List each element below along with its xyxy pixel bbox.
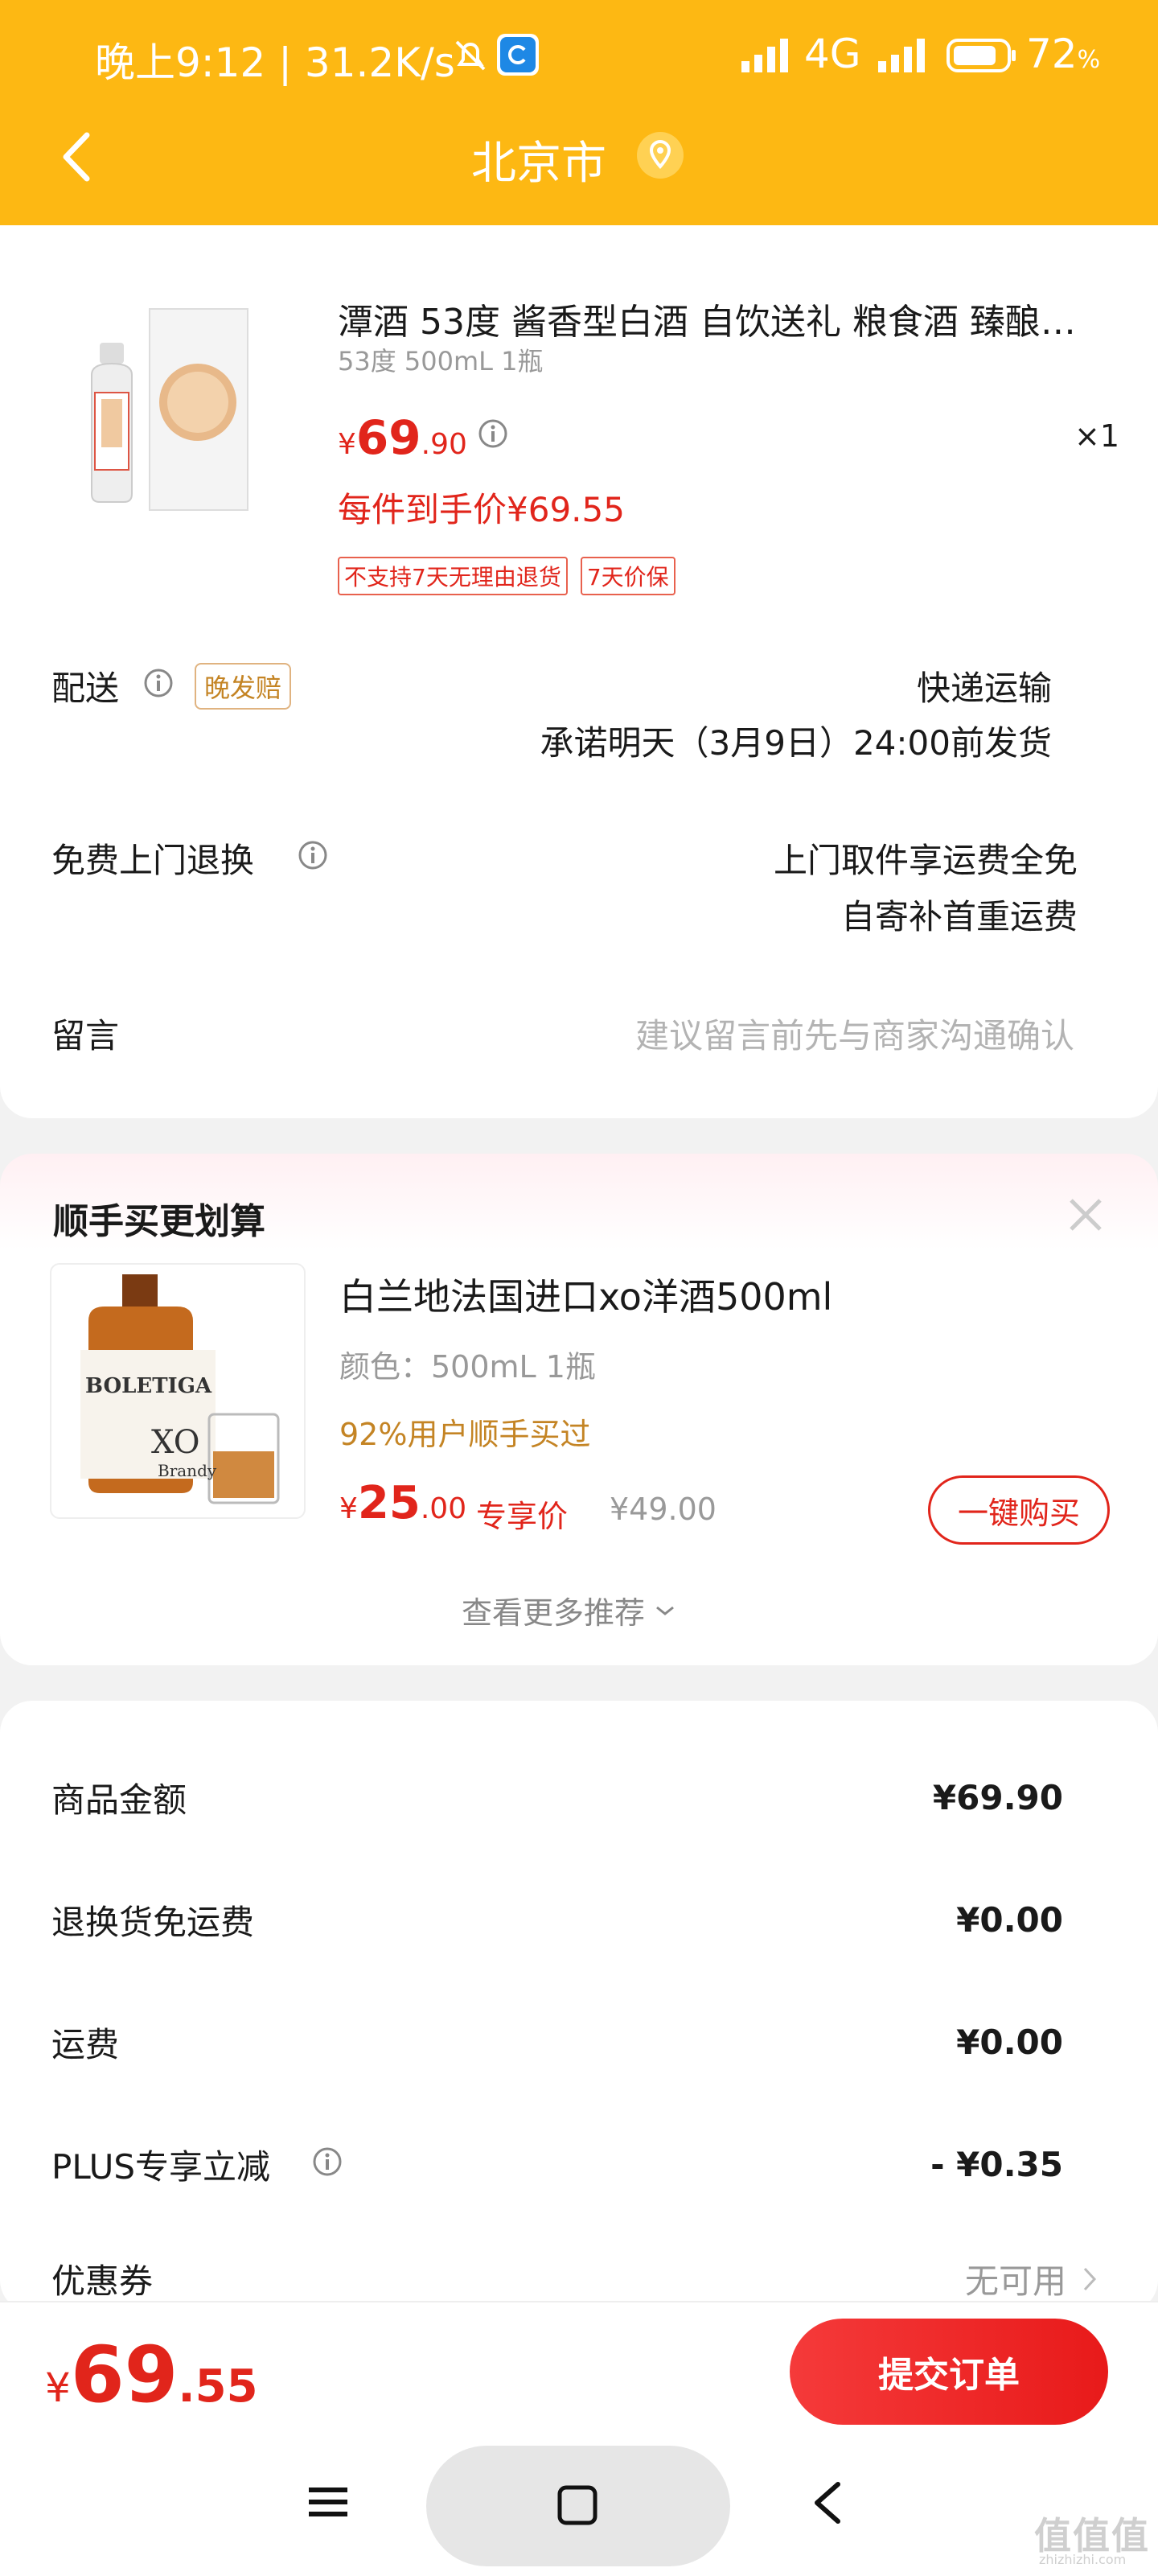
home-nav-icon bbox=[555, 2483, 600, 2528]
summary-shipping-label: 运费 bbox=[51, 2025, 120, 2064]
app-notification-icon bbox=[497, 34, 539, 76]
location-icon[interactable] bbox=[637, 132, 684, 179]
menu-nav-icon[interactable] bbox=[306, 2479, 351, 2525]
back-nav-icon[interactable] bbox=[807, 2478, 849, 2528]
signal-icon-2 bbox=[877, 35, 933, 76]
product-quantity: ×1 bbox=[1074, 418, 1120, 454]
coupon-selector[interactable]: 无可用 bbox=[965, 2254, 1098, 2303]
product-name[interactable]: 潭酒 53度 酱香型白酒 自饮送礼 粮食酒 臻酿… bbox=[338, 293, 1110, 344]
summary-plus-label: PLUS专享立减 bbox=[51, 2147, 271, 2187]
coupon-label: 优惠券 bbox=[51, 2261, 154, 2301]
recommend-image-grade: XO bbox=[151, 1424, 200, 1461]
recommend-image-type: Brandy bbox=[158, 1461, 217, 1480]
coupon-value: 无可用 bbox=[964, 2261, 1066, 2301]
recommend-image-brand: BOLETIGA bbox=[85, 1374, 212, 1398]
final-unit-price: 每件到手价¥69.55 bbox=[338, 490, 625, 529]
battery-level: 72% bbox=[1026, 31, 1101, 77]
product-tags: 不支持7天无理由退货 7天价保 bbox=[338, 557, 676, 595]
summary-return-free-value: ¥0.00 bbox=[956, 1900, 1063, 1940]
back-button[interactable] bbox=[48, 121, 113, 193]
one-click-buy-button[interactable]: 一键购买 bbox=[928, 1475, 1110, 1545]
message-input[interactable]: 建议留言前先与商家沟通确认 bbox=[635, 1009, 1074, 1058]
return-info-icon[interactable] bbox=[298, 840, 328, 874]
recommend-original-price: ¥49.00 bbox=[610, 1492, 717, 1527]
total-price: ¥69.55 bbox=[45, 2330, 258, 2420]
product-spec: 53度 500mL 1瓶 bbox=[338, 346, 544, 377]
delivery-promise: 承诺明天（3月9日）24:00前发货 bbox=[540, 723, 1052, 763]
page-title: 北京市 bbox=[471, 138, 606, 190]
recommend-image[interactable]: BOLETIGA XO Brandy bbox=[50, 1263, 306, 1519]
recommend-price-tag: 专享价 bbox=[476, 1499, 569, 1534]
summary-plus-value: - ¥0.35 bbox=[930, 2145, 1063, 2184]
recommend-title: 顺手买更划算 bbox=[53, 1201, 265, 1242]
mute-icon bbox=[450, 35, 491, 76]
see-more-label: 查看更多推荐 bbox=[462, 1595, 646, 1631]
price-info-icon[interactable] bbox=[478, 418, 508, 452]
network-type: 4G bbox=[804, 31, 861, 77]
tag-price-protect: 7天价保 bbox=[580, 557, 676, 595]
chevron-right-icon bbox=[1083, 2267, 1097, 2290]
return-line-1: 上门取件享运费全免 bbox=[773, 841, 1078, 880]
recommend-name[interactable]: 白兰地法国进口xo洋酒500ml bbox=[339, 1268, 832, 1321]
return-line-2: 自寄补首重运费 bbox=[840, 897, 1078, 936]
signal-icon bbox=[740, 35, 796, 76]
close-recommend-button[interactable] bbox=[1065, 1194, 1107, 1236]
delivery-label: 配送 bbox=[51, 669, 120, 708]
product-price: ¥69.90 bbox=[338, 410, 467, 465]
recommend-spec: 颜色：500mL 1瓶 bbox=[339, 1349, 596, 1385]
summary-shipping-value: ¥0.00 bbox=[956, 2023, 1063, 2062]
plus-info-icon[interactable] bbox=[312, 2146, 343, 2180]
recommend-social-proof: 92%用户顺手买过 bbox=[339, 1417, 591, 1452]
late-compensation-badge: 晚发赔 bbox=[195, 663, 292, 710]
message-label: 留言 bbox=[51, 1016, 120, 1056]
status-time-speed: 晚上9:12 | 31.2K/s bbox=[95, 39, 455, 86]
battery-icon bbox=[946, 35, 1018, 76]
delivery-method[interactable]: 快递运输 bbox=[917, 661, 1052, 710]
recommend-price: ¥25.00 bbox=[339, 1477, 467, 1529]
see-more-recommend[interactable]: 查看更多推荐 bbox=[462, 1588, 677, 1632]
summary-goods-value: ¥69.90 bbox=[932, 1778, 1063, 1817]
product-image[interactable] bbox=[77, 298, 262, 523]
submit-order-button[interactable]: 提交订单 bbox=[790, 2319, 1108, 2425]
tag-no-return: 不支持7天无理由退货 bbox=[338, 557, 568, 595]
watermark-url: zhizhizhi.com bbox=[1039, 2552, 1127, 2567]
summary-return-free-label: 退换货免运费 bbox=[51, 1903, 255, 1942]
return-service-label: 免费上门退换 bbox=[51, 841, 255, 880]
delivery-info-icon[interactable] bbox=[143, 668, 174, 702]
summary-goods-label: 商品金额 bbox=[51, 1780, 187, 1820]
chevron-down-icon bbox=[656, 1606, 674, 1615]
